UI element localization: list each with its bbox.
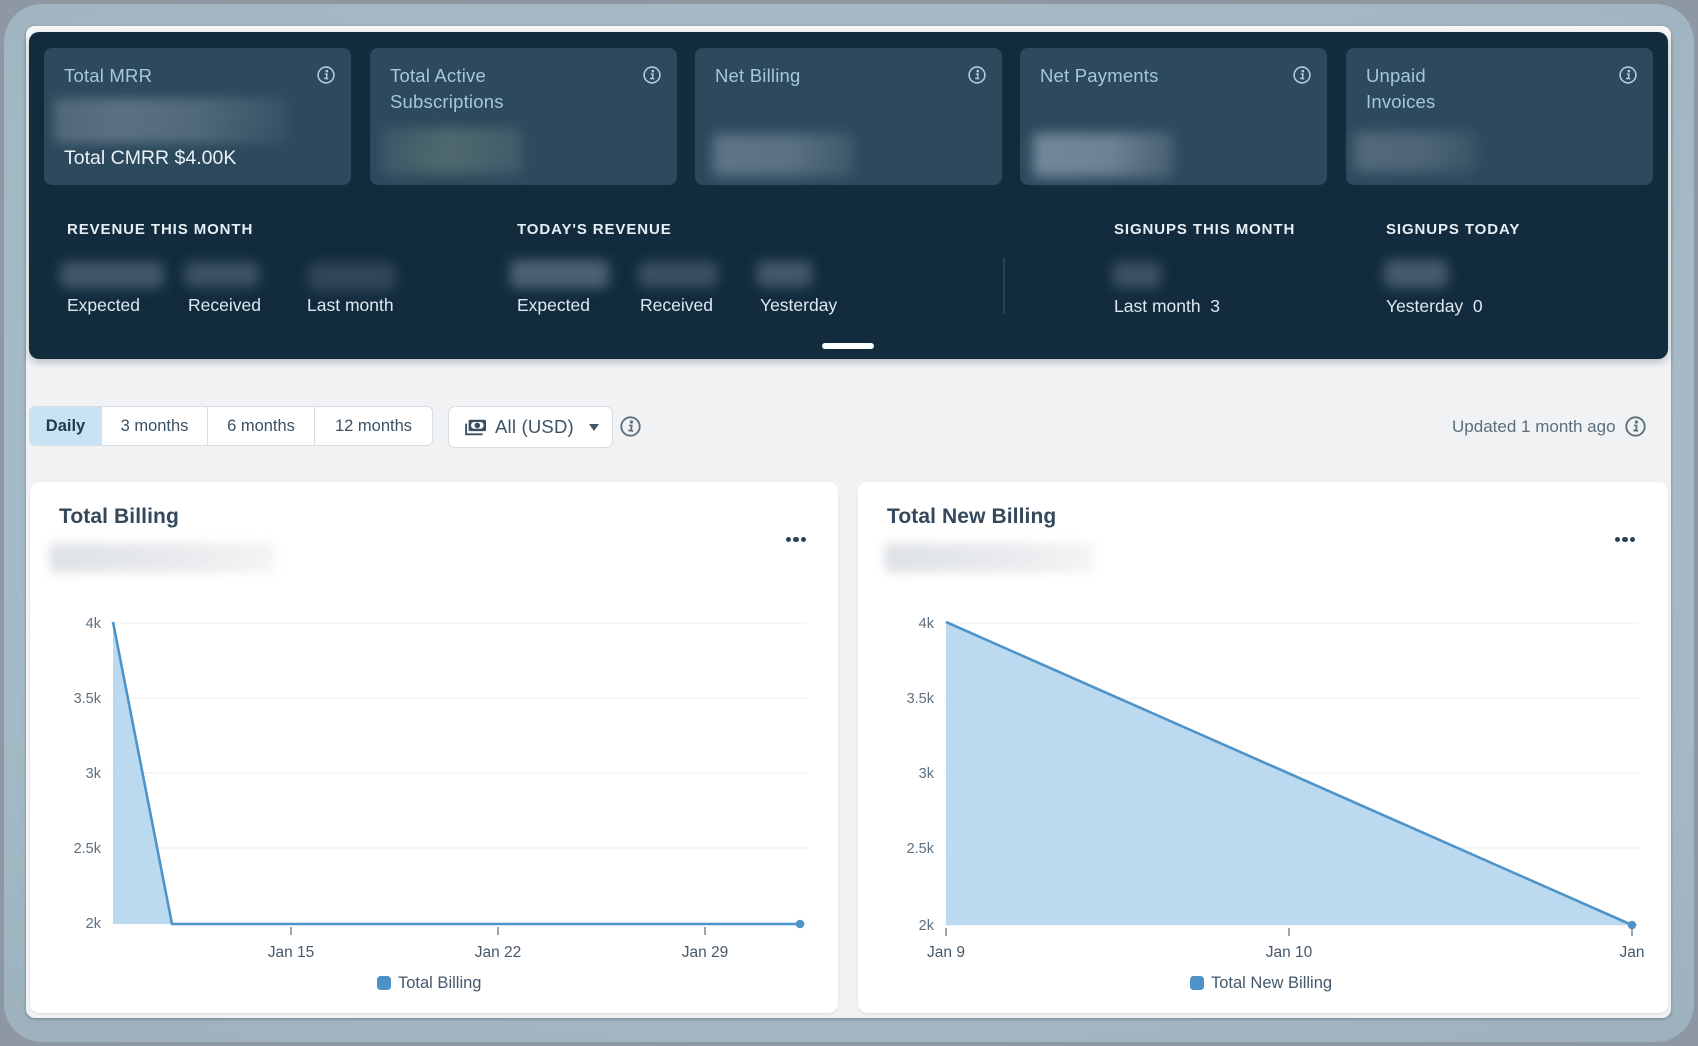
svg-text:2k: 2k (919, 918, 935, 934)
svg-text:Jan 29: Jan 29 (682, 944, 729, 961)
svg-text:3k: 3k (919, 766, 935, 782)
svg-text:2.5k: 2.5k (74, 841, 102, 857)
svg-text:3.5k: 3.5k (907, 691, 935, 707)
svg-text:4k: 4k (919, 616, 935, 632)
svg-text:3.5k: 3.5k (74, 691, 102, 707)
svg-text:2.5k: 2.5k (907, 841, 935, 857)
svg-text:3k: 3k (86, 766, 102, 782)
svg-text:Jan: Jan (1620, 944, 1645, 961)
svg-text:Jan 9: Jan 9 (927, 944, 965, 961)
svg-text:Jan 15: Jan 15 (268, 944, 315, 961)
svg-text:Total New Billing: Total New Billing (1211, 974, 1332, 992)
svg-text:Total Billing: Total Billing (398, 974, 481, 992)
svg-text:2k: 2k (86, 916, 102, 932)
svg-text:Jan 22: Jan 22 (475, 944, 522, 961)
svg-text:Jan 10: Jan 10 (1266, 944, 1313, 961)
svg-text:4k: 4k (86, 616, 102, 632)
